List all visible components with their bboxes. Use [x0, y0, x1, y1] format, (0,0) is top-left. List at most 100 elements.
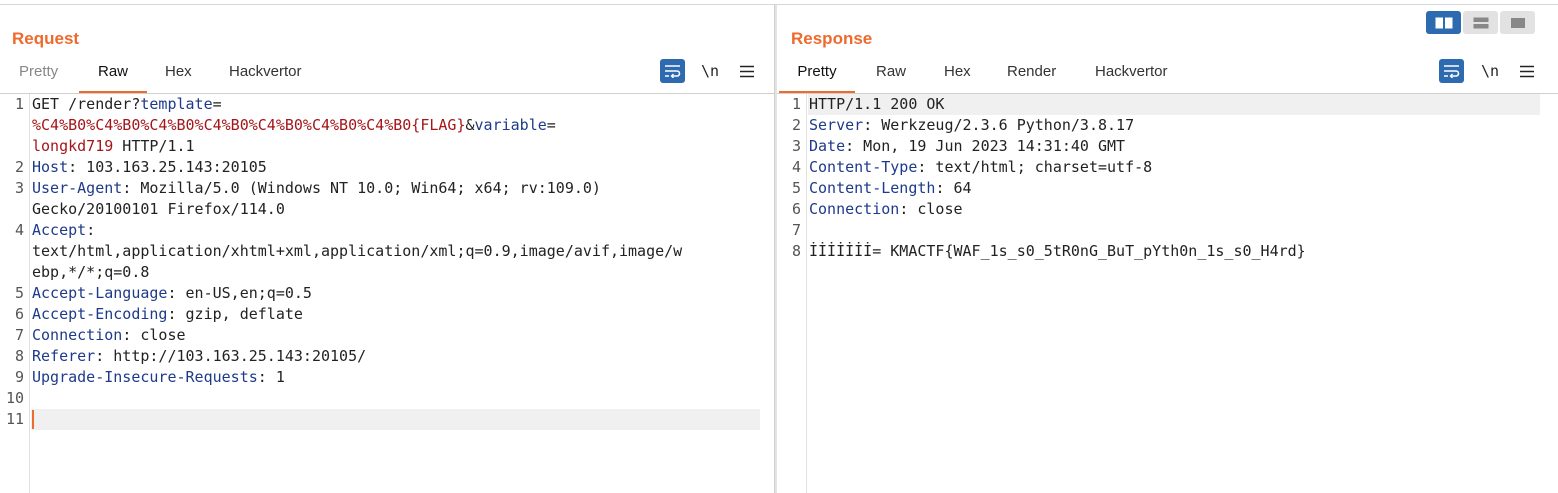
response-editor[interactable]: 1 HTTP/1.1 200 OK 2 Server: Werkzeug/2.3.6 … [777, 94, 1558, 493]
code-line[interactable]: 3 User-Agent: Mozilla/5.0 (Windows NT 10.… [0, 178, 774, 199]
layout-toggle-group [1426, 11, 1535, 34]
word-wrap-icon [665, 65, 681, 78]
line-content: Accept-Language: en-US,en;q=0.5 [32, 283, 312, 304]
code-text: : Mozilla/5.0 (Windows NT 10.0; Win64; x… [122, 179, 601, 197]
text-cursor [32, 410, 34, 429]
header-name: Content-Length [809, 179, 936, 197]
line-content: HTTP/1.1 200 OK [809, 94, 944, 115]
header-name: variable [474, 116, 547, 134]
hamburger-icon [1520, 65, 1534, 77]
code-text: : [86, 221, 96, 239]
line-number: 10 [5, 389, 24, 407]
line-content: Accept: [32, 220, 95, 241]
line-number: 5 [14, 284, 24, 302]
response-tab-render[interactable]: Render [1007, 60, 1056, 91]
line-content: Server: Werkzeug/2.3.6 Python/3.8.17 [809, 115, 1134, 136]
line-content: User-Agent: Mozilla/5.0 (Windows NT 10.0… [32, 178, 601, 199]
code-line[interactable]: 6 Accept-Encoding: gzip, deflate [0, 304, 774, 325]
request-editor[interactable]: 1 GET /render?template= %C4%B0%C4%B0%C4%B0… [0, 94, 774, 493]
code-line[interactable]: 1 GET /render?template= [0, 94, 774, 115]
code-line[interactable]: text/html,application/xhtml+xml,applicat… [0, 241, 774, 262]
line-content: %C4%B0%C4%B0%C4%B0%C4%B0%C4%B0%C4%B0%C4%… [32, 115, 556, 136]
response-tab-hackvertor[interactable]: Hackvertor [1095, 60, 1168, 91]
code-line[interactable]: 11 [0, 409, 774, 430]
layout-single-pane-button[interactable] [1500, 11, 1535, 34]
code-text: = [212, 95, 222, 113]
header-name: Connection [809, 200, 900, 218]
response-title: Response [791, 29, 873, 48]
header-name: Server [809, 116, 864, 134]
header-name: Content-Type [809, 158, 918, 176]
menu-button[interactable] [737, 59, 757, 83]
header-name: Accept-Encoding [32, 305, 168, 323]
header-name: User-Agent [32, 179, 123, 197]
code-line[interactable]: 7 [777, 220, 1558, 241]
word-wrap-button[interactable] [1439, 59, 1464, 83]
line-content: Content-Length: 64 [809, 178, 972, 199]
code-line[interactable]: 8 Referer: http://103.163.25.143:20105/ [0, 346, 774, 367]
line-content: Connection: close [809, 199, 963, 220]
code-line[interactable]: 6 Connection: close [777, 199, 1558, 220]
response-tab-raw[interactable]: Raw [876, 60, 906, 91]
code-line[interactable]: 2 Server: Werkzeug/2.3.6 Python/3.8.17 [777, 115, 1558, 136]
code-line[interactable]: longkd719 HTTP/1.1 [0, 136, 774, 157]
code-line[interactable]: ebp,*/*;q=0.8 [0, 262, 774, 283]
line-number: 9 [14, 368, 24, 386]
line-content: ebp,*/*;q=0.8 [32, 262, 149, 283]
code-line[interactable]: 4 Accept: [0, 220, 774, 241]
menu-button[interactable] [1517, 59, 1537, 83]
code-line[interactable]: 1 HTTP/1.1 200 OK [777, 94, 1558, 115]
code-line[interactable]: 10 [0, 388, 774, 409]
header-name: Upgrade-Insecure-Requests [32, 368, 258, 386]
code-text: : Mon, 19 Jun 2023 14:31:40 GMT [845, 137, 1126, 155]
word-wrap-button[interactable] [660, 59, 685, 83]
header-name: Accept-Language [32, 284, 168, 302]
code-text: HTTP/1.1 200 OK [809, 95, 945, 113]
header-name: Accept [32, 221, 87, 239]
code-line[interactable]: 5 Content-Length: 64 [777, 178, 1558, 199]
code-text: = [546, 116, 556, 134]
request-tab-pretty[interactable]: Pretty [19, 60, 58, 91]
header-name: Host [32, 158, 69, 176]
line-number: 6 [791, 200, 801, 218]
code-line[interactable]: 5 Accept-Language: en-US,en;q=0.5 [0, 283, 774, 304]
code-line[interactable]: 3 Date: Mon, 19 Jun 2023 14:31:40 GMT [777, 136, 1558, 157]
code-line[interactable]: 8 İİİİİİİ= KMACTF{WAF_1s_s0_5tR0nG_BuT_pY… [777, 241, 1558, 262]
request-tab-hex[interactable]: Hex [165, 60, 192, 91]
code-text: HTTP/1.1 [113, 137, 195, 155]
code-line[interactable]: 4 Content-Type: text/html; charset=utf-8 [777, 157, 1558, 178]
code-text: & [465, 116, 475, 134]
code-line[interactable]: Gecko/20100101 Firefox/114.0 [0, 199, 774, 220]
code-text: : Werkzeug/2.3.6 Python/3.8.17 [863, 116, 1135, 134]
request-title: Request [12, 29, 80, 48]
word-wrap-icon [1444, 65, 1460, 78]
line-content [32, 409, 34, 430]
code-text: : close [122, 326, 186, 344]
line-number: 1 [791, 95, 801, 113]
request-tab-hackvertor[interactable]: Hackvertor [229, 60, 302, 91]
header-name: Date [809, 137, 846, 155]
show-newlines-button[interactable]: \n [1479, 59, 1501, 83]
response-tab-pretty[interactable]: Pretty [779, 60, 855, 93]
code-line[interactable]: %C4%B0%C4%B0%C4%B0%C4%B0%C4%B0%C4%B0%C4%… [0, 115, 774, 136]
line-content: GET /render?template= [32, 94, 222, 115]
line-number: 8 [14, 347, 24, 365]
single-pane-icon [1510, 17, 1525, 28]
line-number: 8 [791, 242, 801, 260]
response-tab-hex[interactable]: Hex [944, 60, 971, 91]
layout-side-by-side-button[interactable] [1426, 11, 1461, 34]
code-text: : text/html; charset=utf-8 [917, 158, 1153, 176]
line-content: longkd719 HTTP/1.1 [32, 136, 195, 157]
code-line[interactable]: 2 Host: 103.163.25.143:20105 [0, 157, 774, 178]
line-content: Content-Type: text/html; charset=utf-8 [809, 157, 1152, 178]
request-tab-raw[interactable]: Raw [79, 60, 147, 93]
layout-top-bottom-button[interactable] [1463, 11, 1498, 34]
code-line[interactable]: 9 Upgrade-Insecure-Requests: 1 [0, 367, 774, 388]
code-text: : 1 [257, 368, 285, 386]
header-name: template [140, 95, 213, 113]
show-newlines-button[interactable]: \n [699, 59, 721, 83]
code-text: : 64 [935, 179, 972, 197]
line-number: 11 [5, 410, 24, 428]
code-line[interactable]: 7 Connection: close [0, 325, 774, 346]
line-number: 6 [14, 305, 24, 323]
